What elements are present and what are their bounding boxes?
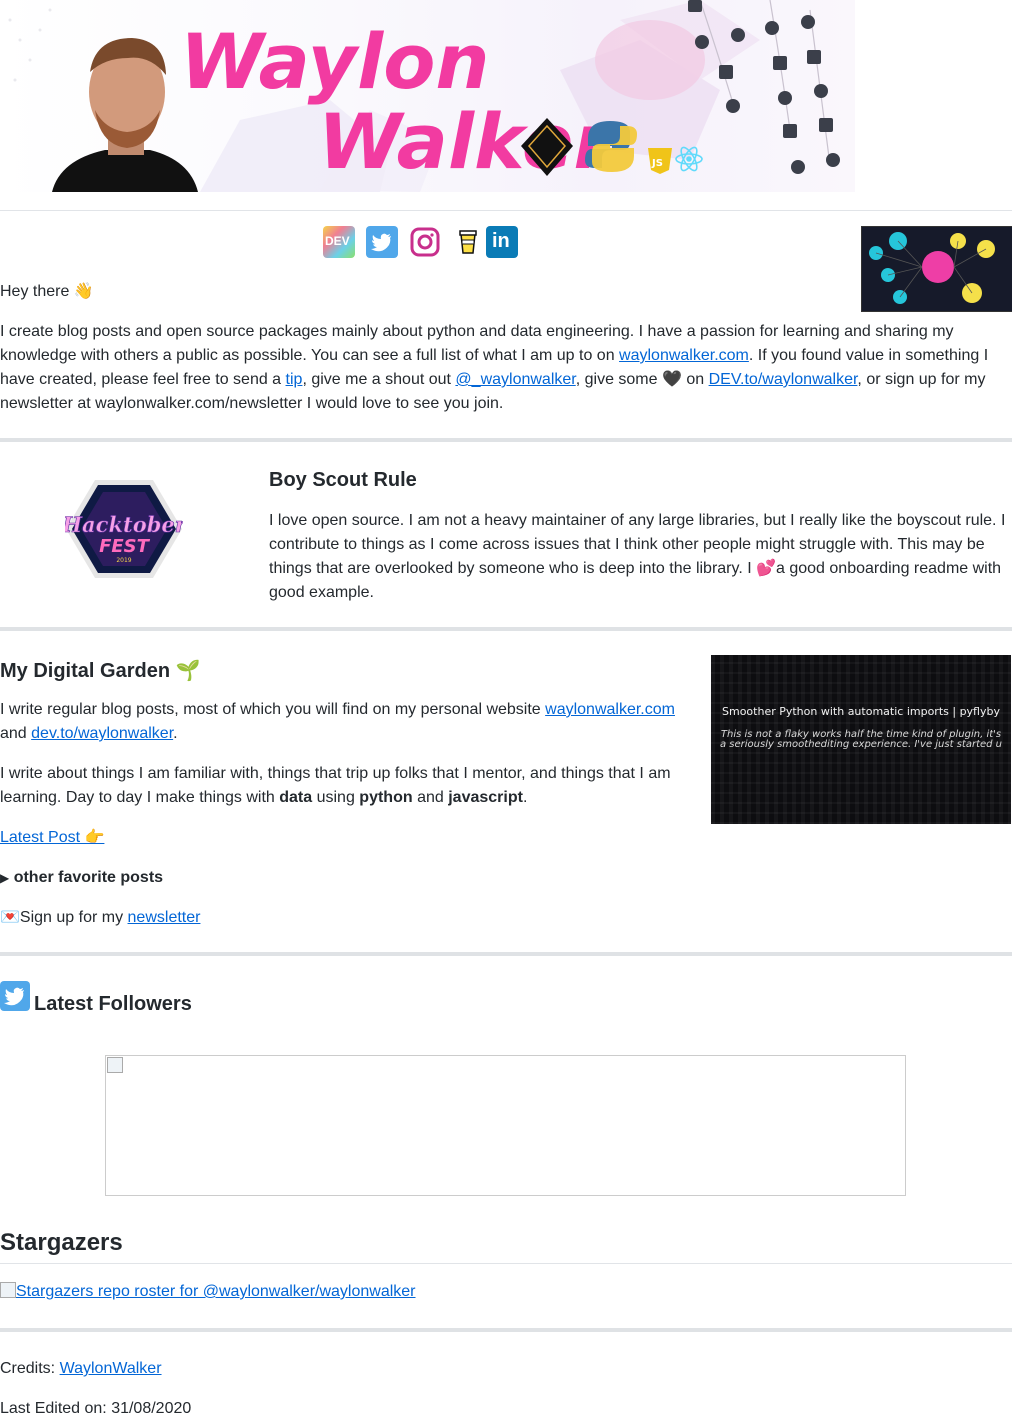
divider [0,210,1012,211]
followers-image [105,1055,906,1196]
broken-image-icon [107,1057,123,1073]
banner-name-line1: Waylon [180,17,490,106]
banner-background: Waylon Walker JS [8,0,840,192]
garden-strong: data [279,789,313,806]
tip-link[interactable]: tip [286,371,303,388]
header-banner: Waylon Walker JS [0,0,855,192]
intro-paragraph: I create blog posts and open source pack… [0,320,1010,416]
dev-icon[interactable]: DEV [323,226,355,258]
garden-text: . [522,789,528,806]
intro-text: , give some 🖤 on [575,371,709,388]
divider [0,627,1012,631]
disclosure-triangle-icon: ▶ [0,871,10,885]
dev-link[interactable]: DEV.to/waylonwalker [709,371,858,388]
credits-line: Credits: WaylonWalker [0,1357,162,1381]
svg-text:Hacktober: Hacktober [65,512,183,537]
hacktoberfest-badge: Hacktober FEST 2019 [61,478,188,580]
javascript-logo-icon: JS [648,148,672,174]
twitter-icon [0,981,30,1011]
card-subtitle-line: a seriously smoothediting experience. I'… [719,739,1003,750]
site-link[interactable]: waylonwalker.com [619,347,749,364]
stargazers-title: Stargazers [0,1229,123,1256]
buymeacoffee-icon[interactable] [452,226,484,258]
broken-image-icon [0,1282,16,1298]
garden-title: My Digital Garden 🌱 [0,660,201,682]
credits-link[interactable]: WaylonWalker [60,1360,162,1377]
latest-post-card[interactable]: Smoother Python with automatic imports |… [711,655,1011,824]
stargazers-image-link[interactable]: Stargazers repo roster for @waylonwalker… [0,1282,416,1302]
scout-body: I love open source. I am not a heavy mai… [269,512,1006,601]
divider [0,952,1012,956]
avatar-photo [52,38,198,192]
svg-text:FEST: FEST [99,536,151,557]
linkedin-icon[interactable]: in [486,226,518,258]
garden-text: and [0,725,32,742]
twitter-link[interactable]: @_waylonwalker [455,371,575,388]
garden-text: using [312,789,360,806]
card-subtitle: This is not a flaky works half the time … [711,730,1011,750]
garden-text: and [412,789,449,806]
stargazers-alt-text: Stargazers repo roster for @waylonwalker… [16,1283,416,1300]
intro-text: , give me a shout out [302,371,456,388]
garden-paragraph-2: I write about things I am familiar with,… [0,762,700,810]
garden-strong: python [359,789,413,806]
divider [0,1328,1012,1332]
dev-link[interactable]: dev.to/waylonwalker [31,725,173,742]
card-title: Smoother Python with automatic imports |… [722,705,1000,718]
banner-name-line2: Walker [318,97,615,186]
scout-title: Boy Scout Rule [269,469,417,491]
garden-text: . [173,725,178,742]
greeting: Hey there 👋 [0,283,94,300]
divider [0,438,1012,442]
garden-strong: javascript [448,789,523,806]
instagram-icon[interactable] [409,226,441,258]
details-summary: other favorite posts [13,869,164,886]
svg-text:JS: JS [651,158,663,169]
mindmap-thumbnail [861,226,1012,312]
last-edited: Last Edited on: 31/08/2020 [0,1400,192,1417]
newsletter-paragraph: 💌Sign up for my newsletter [0,906,200,930]
newsletter-link[interactable]: newsletter [128,909,201,926]
site-link[interactable]: waylonwalker.com [545,701,675,718]
twitter-icon[interactable] [366,226,398,258]
followers-title: Latest Followers [34,993,192,1015]
divider [0,1263,1012,1264]
latest-post-paragraph: Latest Post 👉 [0,826,104,850]
svg-text:2019: 2019 [116,557,131,564]
garden-paragraph-1: I write regular blog posts, most of whic… [0,698,700,746]
other-posts-details[interactable]: ▶ other favorite posts [0,866,163,890]
credits-label: Credits: [0,1360,60,1377]
garden-text: I write regular blog posts, most of whic… [0,701,546,718]
latest-post-link[interactable]: Latest Post 👉 [0,829,104,846]
newsletter-text: 💌Sign up for my [0,909,128,926]
